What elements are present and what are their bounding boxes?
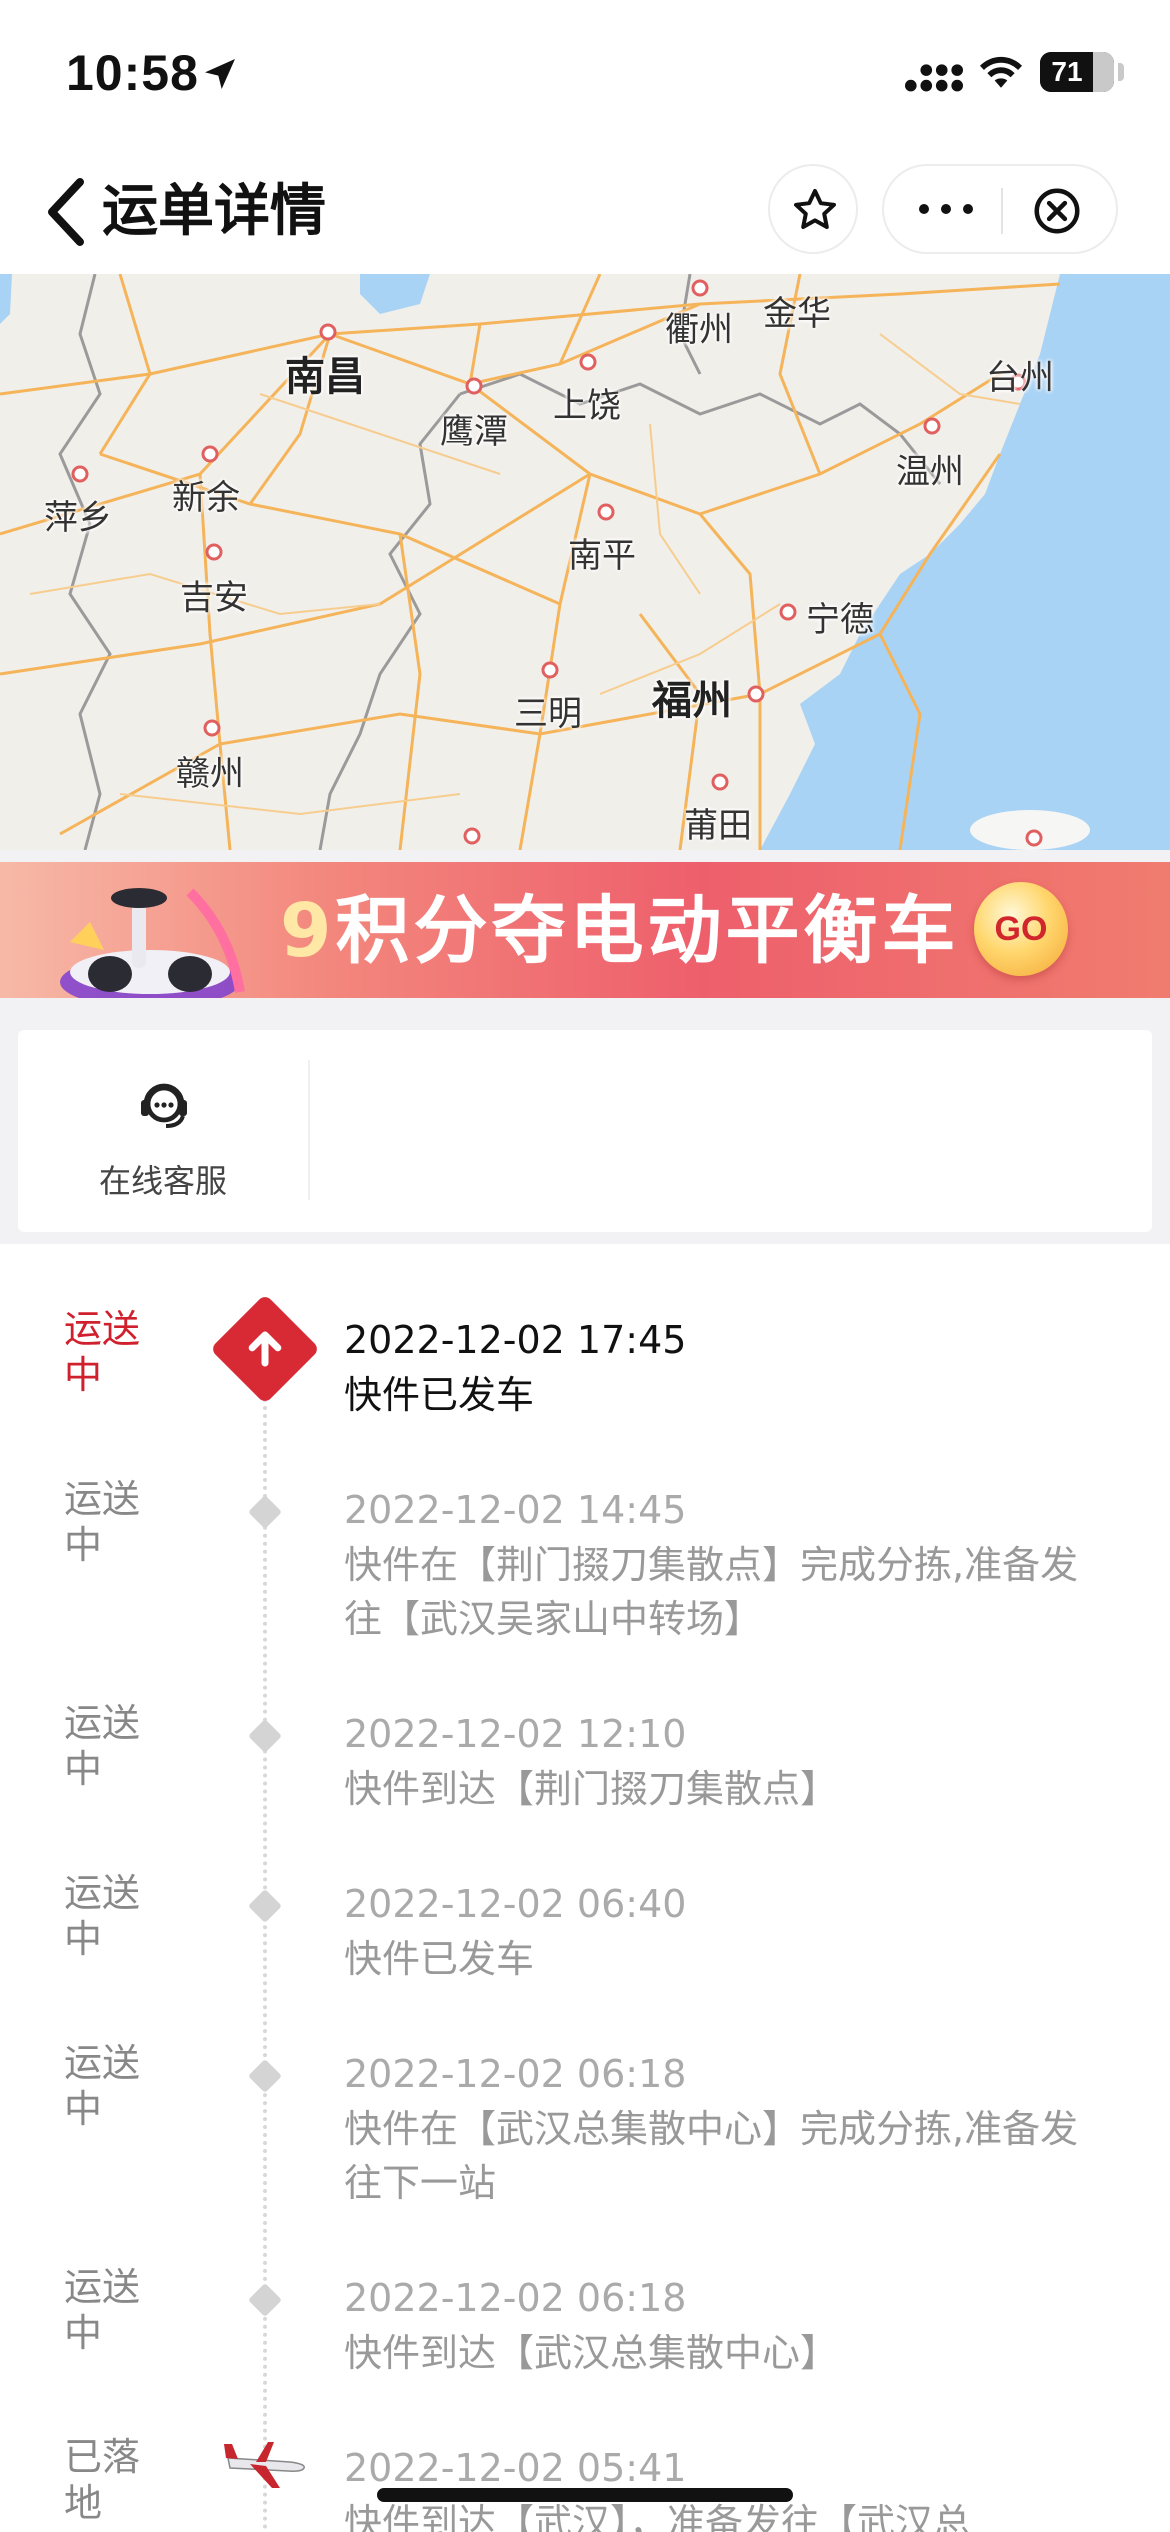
promo-text: 9积分夺电动平衡车 xyxy=(280,886,960,976)
back-chevron-icon[interactable] xyxy=(40,174,96,250)
close-button[interactable] xyxy=(1008,166,1108,252)
battery-empty xyxy=(1092,52,1114,92)
event-time: 2022-12-02 06:18 xyxy=(344,2276,687,2320)
capsule-divider xyxy=(1001,188,1003,234)
balance-scooter-icon xyxy=(60,888,245,998)
event-status: 运送 中 xyxy=(64,2040,164,2132)
app-root: 10:58 71 运单详情 南昌 衢州 金华 台州 上饶 鹰潭 温州 萍乡 新余… xyxy=(0,0,1170,2532)
event-marker xyxy=(248,1495,282,1529)
timeline-track xyxy=(263,1374,267,2532)
favorite-button[interactable] xyxy=(768,164,858,254)
close-circle-icon xyxy=(1034,188,1080,234)
online-service-label: 在线客服 xyxy=(98,1162,227,1200)
event-description: 快件在【武汉总集散中心】完成分拣,准备发往下一站 xyxy=(344,2107,1079,2205)
map-city-label: 台州 xyxy=(986,358,1054,398)
event-marker xyxy=(248,1719,282,1753)
event-marker xyxy=(248,1889,282,1923)
map-city-label: 萍乡 xyxy=(44,498,112,538)
event-status-text: 运送 中 xyxy=(64,2265,141,2355)
map-city-label: 鹰潭 xyxy=(440,412,508,452)
map-city-label: 衢州 xyxy=(665,310,733,350)
promo-banner[interactable]: 9积分夺电动平衡车 GO xyxy=(0,862,1170,998)
wifi-icon xyxy=(980,56,1022,88)
promo-title: 积分夺电动平衡车 xyxy=(335,888,960,974)
page-title: 运单详情 xyxy=(102,179,326,244)
more-button[interactable] xyxy=(896,166,996,252)
event-status: 运送 中 xyxy=(64,2264,164,2356)
event-time: 2022-12-02 12:10 xyxy=(344,1712,687,1756)
mini-program-capsule xyxy=(882,164,1118,254)
event-description: 快件在【荆门掇刀集散点】完成分拣,准备发往【武汉吴家山中转场】 xyxy=(344,1543,1079,1641)
event-status-text: 运送 中 xyxy=(64,1307,141,1397)
location-arrow-icon xyxy=(205,59,235,89)
home-indicator[interactable] xyxy=(377,2488,793,2502)
status-bar: 10:58 71 xyxy=(0,0,1170,150)
event-status-text: 运送 中 xyxy=(64,1871,141,1961)
event-status-text: 运送 中 xyxy=(64,2041,141,2131)
tracking-timeline: 运送 中 2022-12-02 17:45 快件已发车 运送 中 2022-12… xyxy=(0,1244,1170,2532)
event-status-text: 运送 中 xyxy=(64,1477,141,1567)
event-status: 运送 中 xyxy=(64,1870,164,1962)
event-description: 快件已发车 xyxy=(344,1373,535,1417)
event-marker xyxy=(248,2283,282,2317)
battery-percent: 71 xyxy=(1051,56,1083,87)
service-divider xyxy=(308,1060,310,1200)
more-dots-icon xyxy=(919,204,973,214)
map-city-label: 温州 xyxy=(896,452,964,492)
map-city-label: 南昌 xyxy=(285,354,365,400)
event-status-text: 运送 中 xyxy=(64,1701,141,1791)
star-icon xyxy=(794,189,836,229)
map-city-label: 上饶 xyxy=(553,386,621,426)
event-time: 2022-12-02 06:40 xyxy=(344,1882,687,1926)
event-time: 2022-12-02 05:41 xyxy=(344,2446,687,2490)
online-service-button[interactable]: 在线客服 xyxy=(18,1030,308,1232)
cellular-signal-icon xyxy=(905,54,963,92)
map-city-label: 福州 xyxy=(652,678,732,724)
event-time: 2022-12-02 06:18 xyxy=(344,2052,687,2096)
map-city-label: 莆田 xyxy=(684,806,752,846)
event-status: 运送 中 xyxy=(64,1476,164,1568)
event-description: 快件到达【武汉总集散中心】 xyxy=(344,2331,839,2375)
service-card: 在线客服 xyxy=(18,1030,1152,1232)
promo-number: 9 xyxy=(280,888,336,974)
arrow-up-icon xyxy=(248,1331,282,1367)
route-map[interactable]: 南昌 衢州 金华 台州 上饶 鹰潭 温州 萍乡 新余 南平 吉安 宁德 福州 三… xyxy=(0,274,1170,850)
map-city-label: 新余 xyxy=(172,478,240,518)
event-status: 已落 地 xyxy=(64,2434,164,2526)
status-time: 10:58 xyxy=(66,45,199,101)
map-city-label: 金华 xyxy=(763,294,831,334)
battery-indicator: 71 xyxy=(1040,52,1114,92)
event-description: 快件到达【荆门掇刀集散点】 xyxy=(344,1767,839,1811)
event-time: 2022-12-02 14:45 xyxy=(344,1488,687,1532)
go-button[interactable]: GO xyxy=(974,882,1068,976)
event-status: 运送 中 xyxy=(64,1700,164,1792)
event-marker xyxy=(248,2059,282,2093)
event-status-text: 已落 地 xyxy=(64,2435,141,2525)
map-city-label: 南平 xyxy=(568,536,636,576)
map-city-label: 宁德 xyxy=(806,600,874,640)
customer-service-headset-icon xyxy=(141,1083,187,1128)
map-city-label: 赣州 xyxy=(176,754,244,794)
event-status: 运送 中 xyxy=(64,1306,164,1398)
battery-tip xyxy=(1118,63,1124,81)
navigation-bar: 运单详情 xyxy=(0,150,1170,274)
map-city-label: 三明 xyxy=(514,694,582,734)
event-description: 快件已发车 xyxy=(344,1937,535,1981)
airplane-icon xyxy=(224,2442,305,2488)
event-time: 2022-12-02 17:45 xyxy=(344,1318,687,1362)
map-city-label: 吉安 xyxy=(180,578,248,618)
